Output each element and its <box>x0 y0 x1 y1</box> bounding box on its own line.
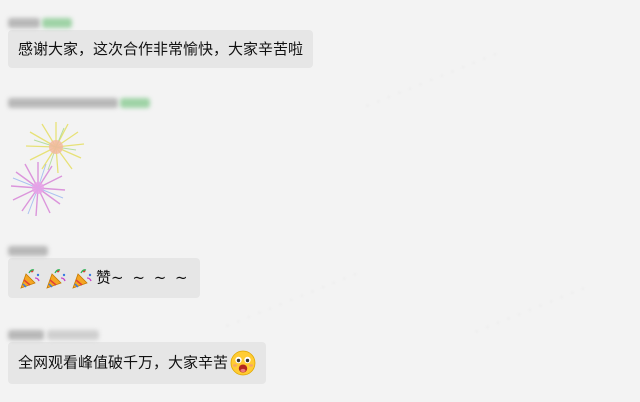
party-popper-icon <box>70 266 94 290</box>
watermark: · · · · · · · · · · · · · <box>361 44 501 117</box>
fireworks-icon <box>10 122 85 217</box>
message-text: 感谢大家，这次合作非常愉快，大家辛苦啦 <box>18 40 304 58</box>
message-bubble[interactable]: 全网观看峰值破千万，大家辛苦 <box>8 342 267 384</box>
laughing-face-icon <box>230 350 256 376</box>
message-bubble[interactable]: 赞~ ~ ~ ~ <box>8 258 200 298</box>
sender-name-blurred <box>8 12 313 28</box>
sender-name-blurred <box>8 324 266 340</box>
sender-name-blurred <box>8 92 150 108</box>
message-text: 全网观看峰值破千万，大家辛苦 <box>18 353 229 372</box>
party-popper-icon <box>18 266 42 290</box>
message-1: 感谢大家，这次合作非常愉快，大家辛苦啦 <box>8 12 314 68</box>
sender-name-blurred <box>8 240 200 256</box>
chat-area: · · · · · · · · · · · · · · · · · · · · … <box>0 0 640 402</box>
fireworks-sticker[interactable] <box>8 112 88 222</box>
watermark: · · · · · · · · · · · <box>470 278 589 342</box>
message-4: 全网观看峰值破千万，大家辛苦 <box>8 324 267 384</box>
message-suffix: ~ ~ ~ ~ <box>111 268 190 287</box>
message-bubble[interactable]: 感谢大家，这次合作非常愉快，大家辛苦啦 <box>8 30 314 68</box>
message-2 <box>8 92 150 222</box>
party-popper-icon <box>44 266 68 290</box>
message-3: 赞~ ~ ~ ~ <box>8 240 200 298</box>
message-text: 赞 <box>96 268 112 287</box>
